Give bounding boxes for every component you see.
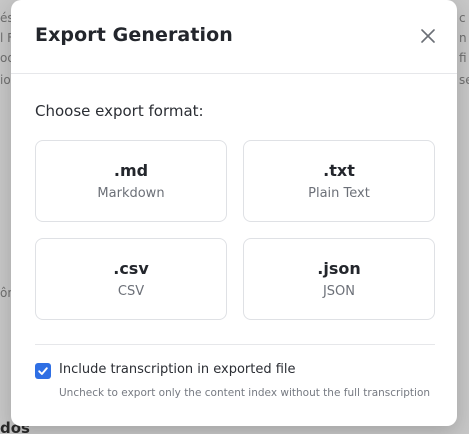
include-transcription-hint: Uncheck to export only the content index…	[59, 387, 431, 399]
close-button[interactable]	[415, 24, 441, 50]
checkmark-icon	[37, 362, 49, 381]
format-options: .md Markdown .txt Plain Text .csv CSV .j…	[35, 140, 435, 320]
background-text-fragment: n	[459, 31, 467, 45]
include-transcription-label[interactable]: Include transcription in exported file	[59, 362, 296, 377]
background-text-fragment: fi	[459, 51, 467, 65]
background-text-fragment: c	[459, 11, 466, 25]
format-option-md[interactable]: .md Markdown	[35, 140, 227, 222]
format-prompt: Choose export format:	[35, 102, 204, 120]
divider	[35, 344, 435, 345]
format-option-csv[interactable]: .csv CSV	[35, 238, 227, 320]
format-extension: .csv	[113, 259, 149, 278]
background-text-fragment: io	[0, 73, 11, 87]
include-transcription-checkbox[interactable]	[35, 363, 51, 379]
export-modal: Export Generation Choose export format: …	[11, 0, 457, 426]
format-extension: .md	[113, 161, 149, 180]
format-name: Plain Text	[308, 186, 370, 201]
background-text-fragment: se	[459, 73, 469, 87]
format-option-json[interactable]: .json JSON	[243, 238, 435, 320]
format-name: JSON	[322, 284, 356, 299]
modal-header: Export Generation	[11, 0, 457, 74]
format-extension: .txt	[323, 161, 355, 180]
format-name: CSV	[117, 284, 145, 299]
modal-title: Export Generation	[35, 24, 233, 46]
close-icon	[421, 28, 435, 47]
format-name: Markdown	[97, 186, 165, 201]
format-option-txt[interactable]: .txt Plain Text	[243, 140, 435, 222]
format-extension: .json	[317, 259, 361, 278]
